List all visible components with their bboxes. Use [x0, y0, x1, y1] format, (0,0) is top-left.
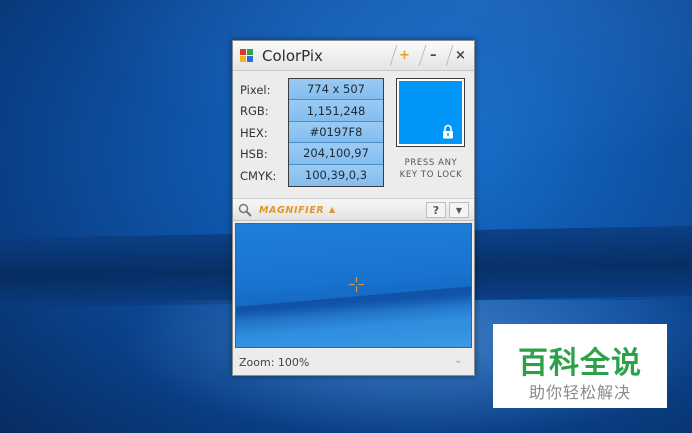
close-button[interactable]: ×: [445, 45, 475, 66]
hsb-label: HSB:: [240, 147, 268, 162]
value-panel: 774 x 507 1,151,248 #0197F8 204,100,97 1…: [288, 78, 384, 187]
watermark-panel: 百科全说 助你轻松解决: [493, 324, 667, 408]
lock-hint-line2: KEY TO LOCK: [399, 170, 463, 180]
window-title: ColorPix: [262, 47, 323, 65]
dropdown-button[interactable]: ▼: [449, 202, 469, 218]
magnifier-bar[interactable]: MAGNIFIER ▲ ? ▼: [233, 198, 474, 221]
watermark-subtitle: 助你轻松解决: [528, 383, 631, 402]
magnifier-toggle[interactable]: MAGNIFIER: [259, 205, 324, 216]
hsb-value[interactable]: 204,100,97: [289, 143, 383, 165]
rgb-label: RGB:: [240, 104, 269, 119]
close-icon: ×: [455, 48, 466, 63]
color-swatch-fill: [399, 81, 462, 144]
lock-icon: [443, 124, 453, 139]
lock-hint: PRESS ANY KEY TO LOCK: [390, 157, 472, 181]
pixel-label: Pixel:: [240, 82, 271, 97]
help-button[interactable]: ?: [426, 202, 446, 218]
pin-icon: +: [399, 48, 410, 63]
value-labels: Pixel: RGB: HEX: HSB: CMYK:: [240, 79, 290, 187]
pixel-value[interactable]: 774 x 507: [289, 79, 383, 101]
collapse-arrow-icon[interactable]: ▲: [329, 205, 335, 214]
hex-label: HEX:: [240, 125, 268, 140]
magnifier-view[interactable]: [235, 223, 472, 348]
logo-square-red: [240, 49, 246, 55]
colorpix-window[interactable]: ColorPix + – × Pixel: RGB: HEX: HSB: CMY…: [232, 40, 475, 376]
magnifier-icon: [238, 203, 252, 217]
lock-hint-line1: PRESS ANY: [404, 158, 458, 168]
pin-button[interactable]: +: [389, 45, 419, 66]
colorpix-logo-icon: [240, 49, 253, 62]
title-bar[interactable]: ColorPix + – ×: [233, 41, 475, 71]
minimize-icon: –: [430, 48, 437, 63]
logo-square-blue: [247, 56, 253, 62]
minimize-button[interactable]: –: [418, 45, 448, 66]
rgb-value[interactable]: 1,151,248: [289, 100, 383, 122]
hex-value[interactable]: #0197F8: [289, 121, 383, 144]
cmyk-label: CMYK:: [240, 168, 277, 183]
chevron-down-icon[interactable]: ⌄: [454, 355, 462, 366]
logo-square-green: [247, 49, 253, 55]
magnified-wallpaper-streak: [236, 284, 471, 338]
watermark-title: 百科全说: [518, 346, 642, 381]
zoom-level: Zoom: 100%: [239, 356, 310, 369]
color-swatch[interactable]: [396, 78, 465, 147]
cmyk-value[interactable]: 100,39,0,3: [289, 164, 383, 186]
logo-square-yellow: [240, 56, 246, 62]
crosshair-icon: [349, 277, 364, 292]
zoom-bar: Zoom: 100% ⌄: [233, 349, 474, 376]
